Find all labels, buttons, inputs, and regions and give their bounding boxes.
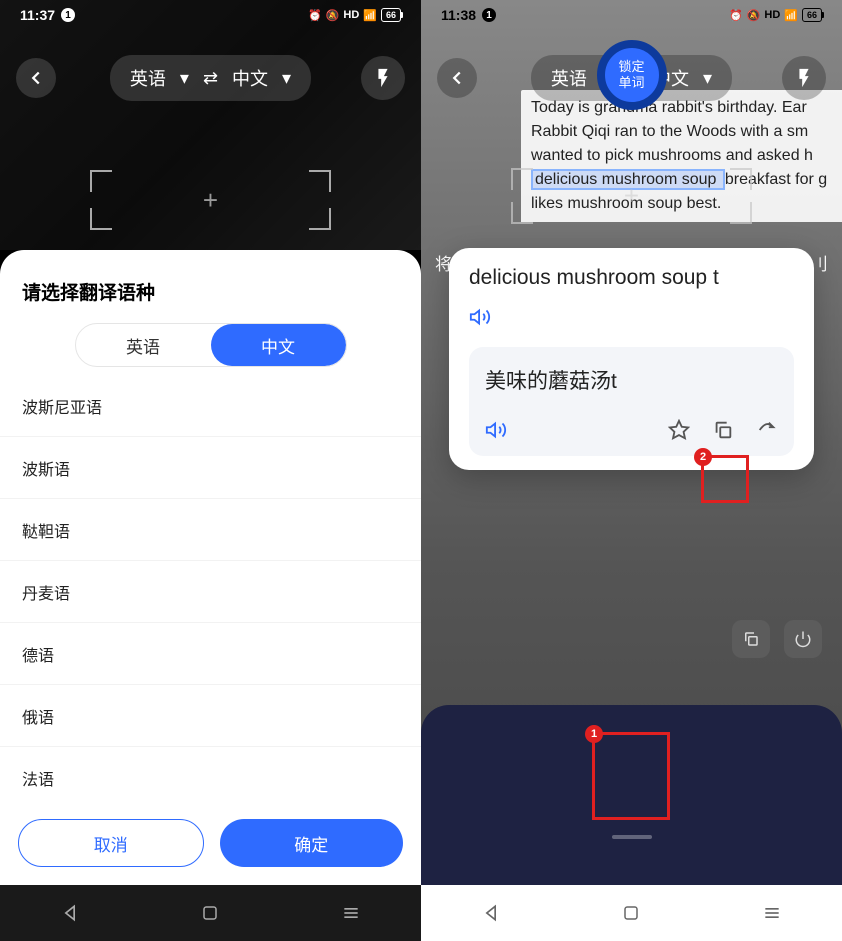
translation-result-box: 美味的蘑菇汤t [469, 347, 794, 456]
alarm-icon: ⏰ [308, 9, 322, 22]
signal-icon: 📶 [363, 9, 377, 22]
menu-icon [341, 903, 361, 923]
list-item[interactable]: 俄语 [0, 685, 421, 747]
back-button[interactable] [437, 58, 477, 98]
copy-button[interactable] [712, 419, 734, 446]
annotation-callout-2: 2 [701, 455, 749, 503]
battery-icon: 66 [802, 8, 822, 22]
speak-source-button[interactable] [469, 306, 794, 333]
translation-card: delicious mushroom soup t 美味的蘑菇汤t [449, 248, 814, 470]
chevron-left-icon [446, 67, 468, 89]
status-time: 11:37 [20, 7, 55, 23]
list-item[interactable]: 法语 [0, 747, 421, 805]
list-item[interactable]: 丹麦语 [0, 561, 421, 623]
triangle-back-icon [60, 903, 80, 923]
capture-label-line2: 单词 [618, 75, 644, 91]
translated-text: 美味的蘑菇汤t [485, 365, 778, 395]
source-text: delicious mushroom soup t [469, 266, 794, 290]
flash-button[interactable] [361, 56, 405, 100]
nav-back-button[interactable] [50, 893, 90, 933]
power-icon [794, 630, 812, 648]
cancel-button[interactable]: 取消 [18, 819, 204, 867]
menu-icon [762, 903, 782, 923]
source-language: 英语 [551, 65, 587, 91]
target-language: 中文 [232, 65, 268, 91]
segment-english[interactable]: 英语 [76, 324, 211, 366]
speaker-icon [485, 419, 507, 441]
swap-icon[interactable]: ⇄ [203, 68, 218, 89]
signal-icon: 📶 [784, 9, 798, 22]
speak-result-button[interactable] [485, 419, 507, 446]
sheet-title: 请选择翻译语种 [0, 278, 421, 323]
battery-icon: 66 [381, 8, 401, 22]
chevron-down-icon: ▾ [703, 68, 712, 89]
float-copy-button[interactable] [732, 620, 770, 658]
speaker-icon [469, 306, 491, 328]
hd-icon: HD [343, 9, 359, 21]
triangle-back-icon [481, 903, 501, 923]
nav-home-button[interactable] [190, 893, 230, 933]
list-item[interactable]: 鞑靼语 [0, 499, 421, 561]
star-icon [668, 419, 690, 441]
language-segmented-control: 英语 中文 [75, 323, 347, 367]
alarm-icon: ⏰ [729, 9, 743, 22]
nav-back-button[interactable] [471, 893, 511, 933]
language-sheet: 请选择翻译语种 英语 中文 波斯尼亚语 波斯语 鞑靼语 丹麦语 德语 俄语 法语… [0, 250, 421, 885]
drag-handle[interactable] [612, 835, 652, 839]
share-icon [756, 419, 778, 441]
system-nav-bar [421, 885, 842, 941]
nav-recent-button[interactable] [331, 893, 371, 933]
chevron-down-icon: ▾ [180, 68, 189, 89]
sheet-actions: 取消 确定 [0, 805, 421, 885]
segment-chinese[interactable]: 中文 [211, 324, 346, 366]
system-nav-bar [0, 885, 421, 941]
status-time: 11:38 [441, 7, 476, 23]
flash-icon [793, 67, 815, 89]
status-bar: 11:37 1 ⏰ 🔕 HD 📶 66 [0, 0, 421, 30]
list-item[interactable]: 德语 [0, 623, 421, 685]
annotation-badge: 1 [585, 725, 603, 743]
crop-frame[interactable]: + [511, 168, 752, 224]
status-notification-badge: 1 [482, 8, 496, 22]
nav-home-button[interactable] [611, 893, 651, 933]
language-bar: 英语 ▾ ⇄ 中文 ▾ [0, 55, 421, 101]
confirm-button[interactable]: 确定 [220, 819, 404, 867]
plus-icon: + [203, 185, 218, 216]
chevron-left-icon [25, 67, 47, 89]
capture-label-line1: 锁定 [618, 59, 644, 75]
mute-icon: 🔕 [326, 9, 340, 22]
status-bar: 11:38 1 ⏰ 🔕 HD 📶 66 [421, 0, 842, 30]
copy-icon [742, 630, 760, 648]
plus-icon: + [624, 181, 639, 212]
language-selector[interactable]: 英语 ▾ ⇄ 中文 ▾ [110, 55, 311, 101]
annotation-badge: 2 [694, 448, 712, 466]
chevron-down-icon: ▾ [282, 68, 291, 89]
share-button[interactable] [756, 419, 778, 446]
source-language: 英语 [130, 65, 166, 91]
float-power-button[interactable] [784, 620, 822, 658]
copy-icon [712, 419, 734, 441]
square-home-icon [622, 904, 640, 922]
mute-icon: 🔕 [747, 9, 761, 22]
nav-recent-button[interactable] [752, 893, 792, 933]
back-button[interactable] [16, 58, 56, 98]
floating-actions [732, 620, 822, 658]
favorite-button[interactable] [668, 419, 690, 446]
list-item[interactable]: 波斯尼亚语 [0, 375, 421, 437]
hd-icon: HD [764, 9, 780, 21]
list-item[interactable]: 波斯语 [0, 437, 421, 499]
lock-word-button[interactable]: 锁定 单词 [597, 40, 667, 110]
crop-frame[interactable]: + [90, 170, 331, 230]
flash-button[interactable] [782, 56, 826, 100]
language-list[interactable]: 波斯尼亚语 波斯语 鞑靼语 丹麦语 德语 俄语 法语 [0, 375, 421, 805]
status-notification-badge: 1 [61, 8, 75, 22]
annotation-callout-1: 1 [592, 732, 670, 820]
flash-icon [372, 67, 394, 89]
square-home-icon [201, 904, 219, 922]
